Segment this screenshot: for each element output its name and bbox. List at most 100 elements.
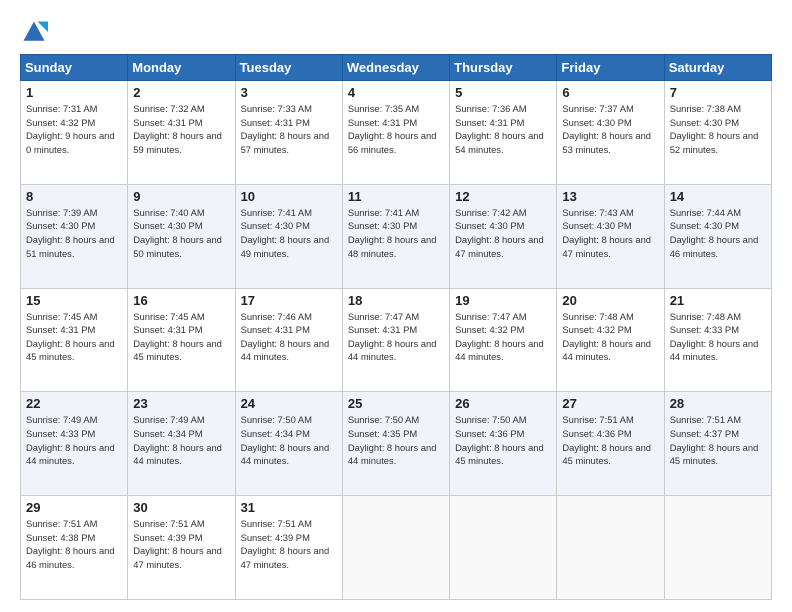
day-number: 31 xyxy=(241,500,337,515)
calendar-day-cell: 23 Sunrise: 7:49 AM Sunset: 4:34 PM Dayl… xyxy=(128,392,235,496)
calendar-day-cell: 4 Sunrise: 7:35 AM Sunset: 4:31 PM Dayli… xyxy=(342,81,449,185)
day-number: 17 xyxy=(241,293,337,308)
day-info: Sunrise: 7:50 AM Sunset: 4:35 PM Dayligh… xyxy=(348,413,444,468)
calendar-day-cell: 16 Sunrise: 7:45 AM Sunset: 4:31 PM Dayl… xyxy=(128,288,235,392)
calendar-day-cell: 19 Sunrise: 7:47 AM Sunset: 4:32 PM Dayl… xyxy=(450,288,557,392)
calendar-day-cell: 31 Sunrise: 7:51 AM Sunset: 4:39 PM Dayl… xyxy=(235,496,342,600)
day-info: Sunrise: 7:36 AM Sunset: 4:31 PM Dayligh… xyxy=(455,102,551,157)
calendar-day-cell: 11 Sunrise: 7:41 AM Sunset: 4:30 PM Dayl… xyxy=(342,184,449,288)
calendar-day-cell: 9 Sunrise: 7:40 AM Sunset: 4:30 PM Dayli… xyxy=(128,184,235,288)
day-number: 26 xyxy=(455,396,551,411)
logo-icon xyxy=(20,18,48,46)
day-info: Sunrise: 7:51 AM Sunset: 4:37 PM Dayligh… xyxy=(670,413,766,468)
day-number: 8 xyxy=(26,189,122,204)
day-number: 30 xyxy=(133,500,229,515)
day-number: 4 xyxy=(348,85,444,100)
calendar-dow-header: Sunday xyxy=(21,55,128,81)
day-info: Sunrise: 7:45 AM Sunset: 4:31 PM Dayligh… xyxy=(26,310,122,365)
day-number: 24 xyxy=(241,396,337,411)
day-number: 15 xyxy=(26,293,122,308)
day-number: 29 xyxy=(26,500,122,515)
day-info: Sunrise: 7:46 AM Sunset: 4:31 PM Dayligh… xyxy=(241,310,337,365)
day-number: 16 xyxy=(133,293,229,308)
day-number: 12 xyxy=(455,189,551,204)
calendar-day-cell: 5 Sunrise: 7:36 AM Sunset: 4:31 PM Dayli… xyxy=(450,81,557,185)
day-number: 18 xyxy=(348,293,444,308)
day-info: Sunrise: 7:39 AM Sunset: 4:30 PM Dayligh… xyxy=(26,206,122,261)
calendar-week-row: 1 Sunrise: 7:31 AM Sunset: 4:32 PM Dayli… xyxy=(21,81,772,185)
day-number: 27 xyxy=(562,396,658,411)
calendar-week-row: 22 Sunrise: 7:49 AM Sunset: 4:33 PM Dayl… xyxy=(21,392,772,496)
calendar-week-row: 29 Sunrise: 7:51 AM Sunset: 4:38 PM Dayl… xyxy=(21,496,772,600)
day-info: Sunrise: 7:42 AM Sunset: 4:30 PM Dayligh… xyxy=(455,206,551,261)
calendar-dow-header: Wednesday xyxy=(342,55,449,81)
day-number: 25 xyxy=(348,396,444,411)
day-number: 22 xyxy=(26,396,122,411)
day-number: 3 xyxy=(241,85,337,100)
calendar-day-cell: 26 Sunrise: 7:50 AM Sunset: 4:36 PM Dayl… xyxy=(450,392,557,496)
calendar-day-cell: 21 Sunrise: 7:48 AM Sunset: 4:33 PM Dayl… xyxy=(664,288,771,392)
day-info: Sunrise: 7:38 AM Sunset: 4:30 PM Dayligh… xyxy=(670,102,766,157)
calendar-header-row: SundayMondayTuesdayWednesdayThursdayFrid… xyxy=(21,55,772,81)
calendar-day-cell: 28 Sunrise: 7:51 AM Sunset: 4:37 PM Dayl… xyxy=(664,392,771,496)
day-number: 9 xyxy=(133,189,229,204)
calendar-day-cell: 10 Sunrise: 7:41 AM Sunset: 4:30 PM Dayl… xyxy=(235,184,342,288)
calendar-dow-header: Tuesday xyxy=(235,55,342,81)
day-info: Sunrise: 7:50 AM Sunset: 4:34 PM Dayligh… xyxy=(241,413,337,468)
calendar-day-cell: 24 Sunrise: 7:50 AM Sunset: 4:34 PM Dayl… xyxy=(235,392,342,496)
day-number: 2 xyxy=(133,85,229,100)
day-info: Sunrise: 7:49 AM Sunset: 4:33 PM Dayligh… xyxy=(26,413,122,468)
header xyxy=(20,18,772,46)
calendar-day-cell: 20 Sunrise: 7:48 AM Sunset: 4:32 PM Dayl… xyxy=(557,288,664,392)
calendar-day-cell: 1 Sunrise: 7:31 AM Sunset: 4:32 PM Dayli… xyxy=(21,81,128,185)
calendar-day-cell: 30 Sunrise: 7:51 AM Sunset: 4:39 PM Dayl… xyxy=(128,496,235,600)
calendar-day-cell: 6 Sunrise: 7:37 AM Sunset: 4:30 PM Dayli… xyxy=(557,81,664,185)
calendar-day-cell: 25 Sunrise: 7:50 AM Sunset: 4:35 PM Dayl… xyxy=(342,392,449,496)
logo xyxy=(20,18,54,46)
calendar-day-cell: 13 Sunrise: 7:43 AM Sunset: 4:30 PM Dayl… xyxy=(557,184,664,288)
day-number: 13 xyxy=(562,189,658,204)
day-info: Sunrise: 7:32 AM Sunset: 4:31 PM Dayligh… xyxy=(133,102,229,157)
calendar-day-cell: 18 Sunrise: 7:47 AM Sunset: 4:31 PM Dayl… xyxy=(342,288,449,392)
day-info: Sunrise: 7:44 AM Sunset: 4:30 PM Dayligh… xyxy=(670,206,766,261)
calendar-day-cell xyxy=(450,496,557,600)
day-number: 7 xyxy=(670,85,766,100)
day-number: 19 xyxy=(455,293,551,308)
day-info: Sunrise: 7:43 AM Sunset: 4:30 PM Dayligh… xyxy=(562,206,658,261)
day-number: 1 xyxy=(26,85,122,100)
calendar-week-row: 8 Sunrise: 7:39 AM Sunset: 4:30 PM Dayli… xyxy=(21,184,772,288)
calendar-day-cell xyxy=(342,496,449,600)
day-number: 14 xyxy=(670,189,766,204)
day-number: 28 xyxy=(670,396,766,411)
day-info: Sunrise: 7:47 AM Sunset: 4:31 PM Dayligh… xyxy=(348,310,444,365)
day-number: 21 xyxy=(670,293,766,308)
day-number: 6 xyxy=(562,85,658,100)
day-info: Sunrise: 7:51 AM Sunset: 4:38 PM Dayligh… xyxy=(26,517,122,572)
day-info: Sunrise: 7:35 AM Sunset: 4:31 PM Dayligh… xyxy=(348,102,444,157)
calendar-day-cell xyxy=(664,496,771,600)
day-info: Sunrise: 7:48 AM Sunset: 4:33 PM Dayligh… xyxy=(670,310,766,365)
calendar-week-row: 15 Sunrise: 7:45 AM Sunset: 4:31 PM Dayl… xyxy=(21,288,772,392)
calendar-day-cell: 29 Sunrise: 7:51 AM Sunset: 4:38 PM Dayl… xyxy=(21,496,128,600)
calendar-dow-header: Monday xyxy=(128,55,235,81)
calendar-day-cell: 14 Sunrise: 7:44 AM Sunset: 4:30 PM Dayl… xyxy=(664,184,771,288)
calendar-day-cell: 2 Sunrise: 7:32 AM Sunset: 4:31 PM Dayli… xyxy=(128,81,235,185)
day-info: Sunrise: 7:41 AM Sunset: 4:30 PM Dayligh… xyxy=(241,206,337,261)
day-info: Sunrise: 7:33 AM Sunset: 4:31 PM Dayligh… xyxy=(241,102,337,157)
day-info: Sunrise: 7:51 AM Sunset: 4:39 PM Dayligh… xyxy=(133,517,229,572)
day-info: Sunrise: 7:48 AM Sunset: 4:32 PM Dayligh… xyxy=(562,310,658,365)
day-number: 5 xyxy=(455,85,551,100)
day-info: Sunrise: 7:45 AM Sunset: 4:31 PM Dayligh… xyxy=(133,310,229,365)
calendar-day-cell: 17 Sunrise: 7:46 AM Sunset: 4:31 PM Dayl… xyxy=(235,288,342,392)
calendar-dow-header: Friday xyxy=(557,55,664,81)
day-info: Sunrise: 7:50 AM Sunset: 4:36 PM Dayligh… xyxy=(455,413,551,468)
day-info: Sunrise: 7:51 AM Sunset: 4:39 PM Dayligh… xyxy=(241,517,337,572)
day-number: 23 xyxy=(133,396,229,411)
calendar-day-cell: 7 Sunrise: 7:38 AM Sunset: 4:30 PM Dayli… xyxy=(664,81,771,185)
day-number: 10 xyxy=(241,189,337,204)
calendar-dow-header: Thursday xyxy=(450,55,557,81)
day-info: Sunrise: 7:40 AM Sunset: 4:30 PM Dayligh… xyxy=(133,206,229,261)
page: SundayMondayTuesdayWednesdayThursdayFrid… xyxy=(0,0,792,612)
calendar-day-cell: 15 Sunrise: 7:45 AM Sunset: 4:31 PM Dayl… xyxy=(21,288,128,392)
calendar-day-cell: 22 Sunrise: 7:49 AM Sunset: 4:33 PM Dayl… xyxy=(21,392,128,496)
